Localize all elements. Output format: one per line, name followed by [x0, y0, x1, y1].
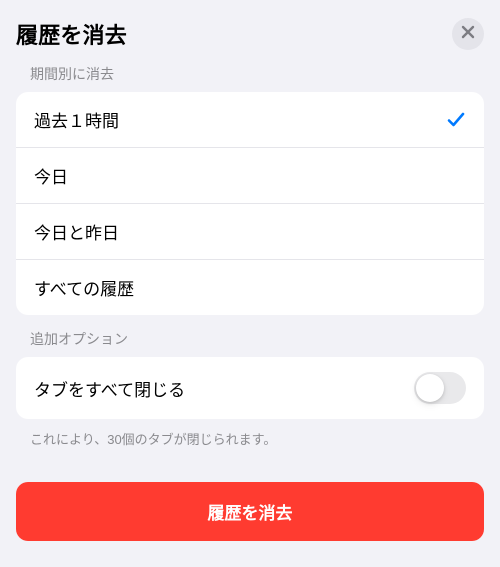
sheet-header: 履歴を消去 — [16, 18, 484, 50]
timeframe-option-all-history[interactable]: すべての履歴 — [16, 259, 484, 315]
list-item-label: 今日 — [34, 163, 68, 188]
list-item-label: タブをすべて閉じる — [34, 376, 185, 401]
timeframe-list: 過去１時間 今日 今日と昨日 すべての履歴 — [16, 92, 484, 315]
timeframe-section-label: 期間別に消去 — [30, 64, 480, 84]
additional-options-list: タブをすべて閉じる — [16, 357, 484, 419]
timeframe-option-last-hour[interactable]: 過去１時間 — [16, 92, 484, 147]
toggle-knob — [416, 374, 444, 402]
timeframe-option-today-yesterday[interactable]: 今日と昨日 — [16, 203, 484, 259]
checkmark-icon — [446, 110, 466, 130]
close-button[interactable] — [452, 18, 484, 50]
list-item-label: 今日と昨日 — [34, 219, 119, 244]
list-item-label: 過去１時間 — [34, 107, 119, 132]
close-all-tabs-toggle[interactable] — [414, 372, 466, 404]
close-all-tabs-row[interactable]: タブをすべて閉じる — [16, 357, 484, 419]
close-tabs-footnote: これにより、30個のタブが閉じられます。 — [30, 429, 480, 448]
additional-section-label: 追加オプション — [30, 329, 480, 349]
timeframe-option-today[interactable]: 今日 — [16, 147, 484, 203]
clear-history-button[interactable]: 履歴を消去 — [16, 482, 484, 541]
sheet-title: 履歴を消去 — [16, 18, 127, 50]
list-item-label: すべての履歴 — [34, 275, 134, 300]
close-icon — [461, 25, 475, 44]
clear-history-sheet: 履歴を消去 期間別に消去 過去１時間 今日 今日と昨日 すべての履歴 追加オプシ… — [0, 0, 500, 557]
